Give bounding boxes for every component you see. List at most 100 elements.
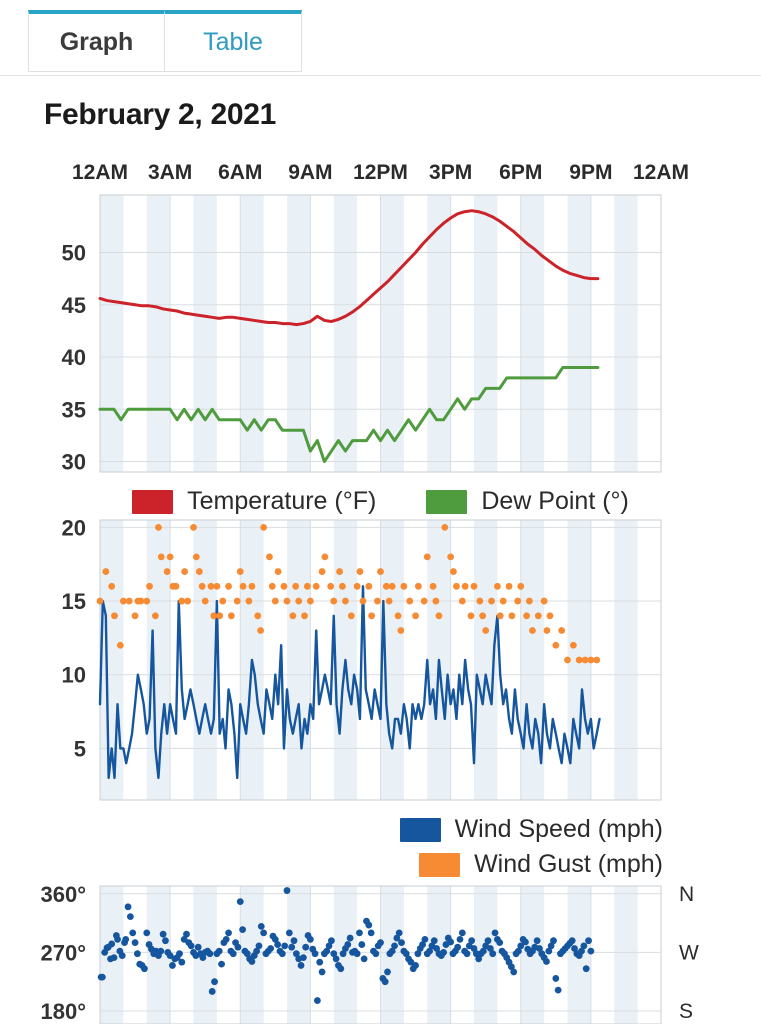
chart-background-band [474,195,498,472]
data-point [143,929,151,937]
data-point [491,929,499,937]
data-point [328,937,335,945]
data-point [190,523,197,531]
data-point [278,950,286,958]
data-point [564,656,571,664]
data-point [344,941,352,948]
data-point [342,597,349,605]
x-axis-tick-label: 3PM [429,161,472,184]
data-point [219,597,227,605]
y-axis-tick-label: 40 [62,345,86,370]
data-point [582,965,590,973]
x-axis-tick-label: 3AM [148,161,192,184]
data-point [496,612,504,620]
legend-label-wind-speed: Wind Speed (mph) [454,815,663,843]
data-point [476,597,484,605]
data-point [356,929,363,937]
data-point [215,947,223,955]
data-point [268,582,276,590]
temperature-chart-svg: 30 35 40 45 50 12AM 3AM 6AM 9AM 12PM 3PM 6PM 9PM 12AM [62,161,690,475]
data-point [552,975,560,982]
data-point [236,568,244,575]
data-point [587,656,595,664]
y-axis-tick-label: 270° [40,940,86,965]
data-point [257,922,265,930]
data-point [467,612,475,620]
data-point [206,950,214,958]
data-point [222,935,230,943]
data-point [381,978,389,986]
y-axis-tick-label: 5 [74,736,86,761]
data-point [306,597,314,605]
data-point [260,929,268,937]
legend-item-wind-speed[interactable]: Wind Speed (mph) [399,815,663,844]
data-point [412,962,419,969]
data-point [151,612,159,620]
data-point [569,641,577,649]
data-point [194,943,202,951]
data-point [157,947,165,955]
data-point [125,597,133,605]
data-point [192,553,200,561]
data-point [102,568,110,575]
y-axis-tick-label: 30 [62,450,86,475]
data-point [358,941,366,948]
data-point [558,627,566,634]
data-point [134,950,141,958]
chart-background-band [333,195,358,472]
data-point [533,937,541,945]
data-point [201,597,209,605]
data-point [162,937,169,945]
data-point [163,568,171,575]
data-point [360,955,368,963]
chart-background-band [567,195,591,472]
data-point [248,958,256,965]
data-point [271,597,279,605]
data-point [529,627,536,634]
tab-graph-label: Graph [59,28,134,56]
data-point [301,612,308,620]
chart-background-band [146,195,171,472]
chart-background-band [614,520,638,800]
data-point [377,568,384,575]
data-point [141,965,148,973]
data-point [353,582,361,590]
tab-table[interactable]: Table [165,10,302,72]
data-point [126,913,134,920]
data-point [292,582,300,590]
tab-table-label: Table [203,28,263,56]
data-point [108,582,116,590]
data-point [337,965,345,973]
data-point [129,929,137,937]
data-point [482,627,490,634]
data-point [229,950,237,958]
data-point [441,523,449,531]
x-axis-tick-label: 6AM [218,161,262,184]
data-point [420,597,428,605]
data-point [316,958,324,966]
data-point [377,939,384,947]
y-axis-tick-label: 180° [40,999,86,1024]
tab-graph[interactable]: Graph [28,10,165,72]
x-axis-tick-label: 9PM [569,161,612,184]
data-point [172,582,180,590]
data-point [208,988,216,995]
chart-background-band [193,520,217,800]
data-point [391,942,398,950]
y-axis-tick-label: 360° [40,882,86,907]
data-point [131,939,139,947]
data-point [183,930,190,938]
chart-background-band [193,195,217,472]
chart-background-band [287,520,311,800]
data-point [255,942,263,950]
data-point [525,597,533,605]
data-point [514,597,522,605]
data-point [225,929,232,937]
data-point [116,641,124,649]
data-point [274,568,282,575]
data-point [585,937,592,945]
data-point [184,597,192,605]
data-point [365,921,373,929]
data-point [239,926,246,934]
data-point [346,934,354,942]
